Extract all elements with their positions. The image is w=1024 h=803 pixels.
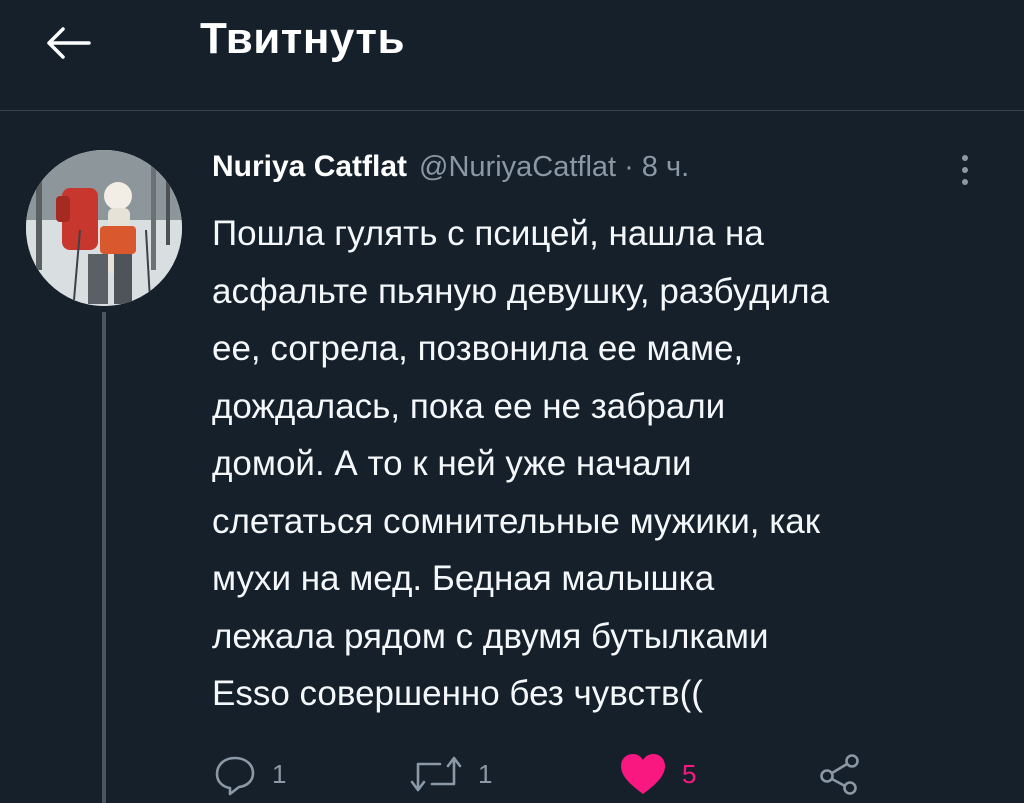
retweet-button[interactable]: 1 [408, 748, 492, 800]
tweet-actions: 1 1 5 [212, 748, 912, 800]
top-bar: Твитнуть [0, 0, 1024, 111]
tweet-text-line: ее, согрела, позвонила ее маме, [212, 329, 744, 368]
more-options-button[interactable] [950, 150, 980, 194]
tweet-text-line: дождалась, пока ее не забрали [212, 386, 726, 426]
reply-button[interactable]: 1 [212, 748, 286, 800]
tweet-text-line: мухи на мед. Бедная малышка [212, 559, 715, 598]
back-button[interactable] [38, 18, 98, 68]
tweet-text-line: Esso совершенно без чувств(( [212, 674, 703, 713]
heart-icon [621, 754, 665, 794]
tweet-text-line: Пошла гулять с псицей, нашла на [212, 214, 764, 253]
tweet-text-line: асфальте пьяную девушку, разбудила [212, 271, 830, 311]
tweet-text: Пошла гулять с псицей, нашла на асфальте… [212, 205, 1002, 723]
tweet-header: Nuriya Catflat @NuriyaCatflat · 8 ч. [212, 150, 689, 190]
author-name[interactable]: Nuriya Catflat [212, 150, 407, 184]
arrow-left-icon [47, 27, 91, 59]
tweet-text-line: лежала рядом с двумя бутылками [212, 616, 769, 656]
retweet-count: 1 [478, 758, 493, 789]
avatar-photo [26, 150, 182, 306]
share-button[interactable] [818, 748, 862, 800]
meta-separator: · [624, 151, 634, 183]
tweet-time[interactable]: 8 ч. [642, 151, 689, 184]
page-title: Твитнуть [200, 14, 406, 63]
like-count: 5 [682, 758, 697, 789]
like-button[interactable]: 5 [618, 748, 696, 800]
avatar[interactable] [26, 150, 182, 306]
reply-count: 1 [272, 758, 287, 789]
share-icon [820, 754, 859, 795]
thread-connector-line [102, 312, 106, 803]
reply-icon [215, 756, 255, 796]
tweet-text-line: слетаться сомнительные мужики, как [212, 501, 821, 541]
author-handle[interactable]: @NuriyaCatflat [419, 151, 616, 184]
tweet-text-line: домой. А то к ней уже начали [212, 444, 692, 483]
more-vertical-icon [962, 155, 968, 185]
retweet-icon [410, 756, 462, 792]
